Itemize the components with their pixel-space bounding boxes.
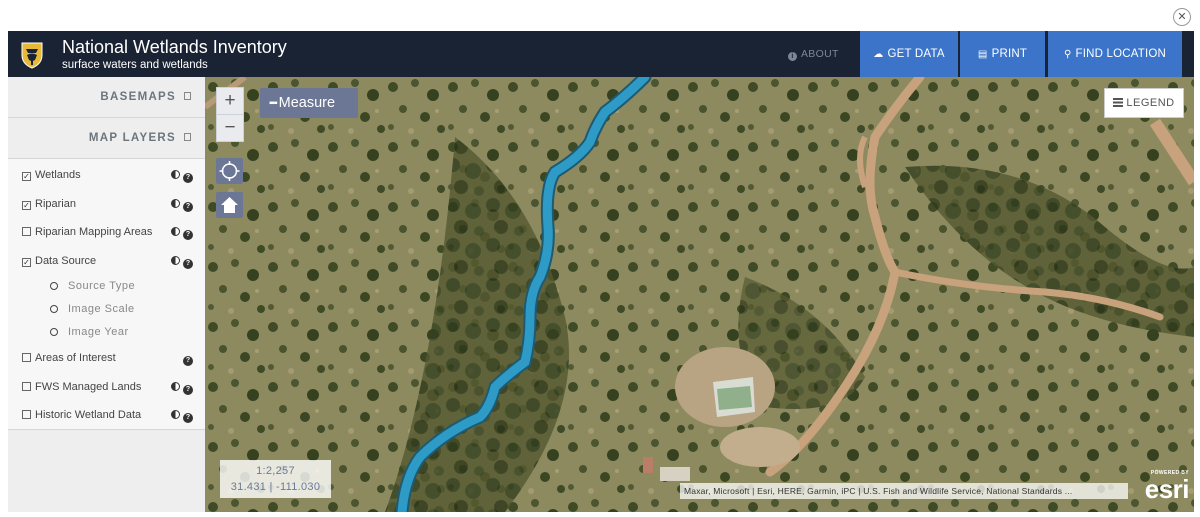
fws-shield-icon <box>21 42 43 69</box>
radio-source-type[interactable]: Source Type <box>8 275 205 298</box>
measure-button[interactable]: ▪▪▪ Measure <box>260 88 358 118</box>
app-subtitle: surface waters and wetlands <box>62 59 208 71</box>
esri-wordmark: esri <box>1144 474 1190 504</box>
about-label: ABOUT <box>801 48 839 60</box>
list-icon <box>1113 98 1124 107</box>
radio-image-scale[interactable]: Image Scale <box>8 298 205 321</box>
layer-wetlands[interactable]: ✓ Wetlands? <box>8 161 205 190</box>
sidebar: BASEMAPS MAP LAYERS ✓ Wetlands? ✓ Riparian… <box>8 77 205 512</box>
find-location-button[interactable]: ⚲ FIND LOCATION <box>1048 31 1182 77</box>
opacity-icon[interactable] <box>171 170 180 179</box>
layer-label: FWS Managed Lands <box>35 380 142 393</box>
layer-data-source[interactable]: ✓ Data Source? <box>8 247 205 276</box>
close-button[interactable]: ✕ <box>1173 8 1191 26</box>
help-icon[interactable]: ? <box>183 384 193 395</box>
help-icon[interactable]: ? <box>183 356 193 366</box>
header-bar: National Wetlands Inventory surface wate… <box>8 31 1194 77</box>
map-scale: 1:2,257 <box>256 465 295 477</box>
search-icon: ⚲ <box>1063 49 1072 60</box>
help-icon[interactable]: ? <box>183 413 193 423</box>
layer-riparian[interactable]: ✓ Riparian? <box>8 190 205 219</box>
cloud-download-icon: ☁ <box>873 49 884 60</box>
help-icon[interactable]: ? <box>183 201 193 212</box>
option-label: Image Year <box>68 326 129 338</box>
measure-label: Measure <box>278 95 336 111</box>
map-attribution[interactable]: Maxar, Microsoft | Esri, HERE, Garmin, i… <box>680 483 1128 499</box>
home-icon <box>221 197 238 213</box>
print-button[interactable]: ▤ PRINT <box>960 31 1045 77</box>
layer-riparian-mapping-areas[interactable]: Riparian Mapping Areas? <box>8 218 205 247</box>
map-layers-label: MAP LAYERS <box>88 132 176 144</box>
get-data-label: GET DATA <box>887 48 945 60</box>
layer-label: Data Source <box>35 254 97 267</box>
checkbox[interactable] <box>22 227 31 236</box>
get-data-button[interactable]: ☁ GET DATA <box>860 31 958 77</box>
layer-label: Wetlands <box>35 169 81 181</box>
satellite-imagery <box>205 77 1194 512</box>
legend-label: LEGEND <box>1126 97 1175 109</box>
printer-icon: ▤ <box>977 49 988 60</box>
basemaps-label: BASEMAPS <box>100 91 176 103</box>
opacity-icon[interactable] <box>171 198 180 208</box>
checkbox[interactable]: ✓ <box>22 200 31 210</box>
checkbox[interactable]: ✓ <box>22 257 31 267</box>
help-icon[interactable]: ? <box>183 258 193 269</box>
scale-readout: 1:2,257 31.431 | -111.030 <box>220 460 331 498</box>
ruler-icon: ▪▪▪ <box>269 98 278 109</box>
layer-areas-of-interest[interactable]: Areas of Interest? <box>8 344 205 373</box>
zoom-control: + − <box>216 87 244 142</box>
header-right-edge <box>1182 31 1194 77</box>
print-label: PRINT <box>991 48 1028 60</box>
app-title: National Wetlands Inventory <box>62 37 287 57</box>
checkbox[interactable]: ✓ <box>22 172 31 181</box>
legend-button[interactable]: LEGEND <box>1104 88 1184 118</box>
page: ✕ National Wetlands Inventory surface wa… <box>0 0 1200 517</box>
layer-list: ✓ Wetlands? ✓ Riparian? Riparian Mapping A… <box>8 159 205 430</box>
option-label: Source Type <box>68 280 136 292</box>
layer-label: Riparian Mapping Areas <box>35 226 153 238</box>
zoom-in-button[interactable]: + <box>217 88 243 115</box>
map-layers-toggle[interactable]: MAP LAYERS <box>8 118 205 159</box>
radio-button[interactable] <box>50 305 58 313</box>
radio-button[interactable] <box>50 282 58 290</box>
basemaps-toggle[interactable]: BASEMAPS <box>8 77 205 118</box>
esri-logo: POWERED BY esri <box>1129 470 1190 506</box>
opacity-icon[interactable] <box>171 255 180 265</box>
opacity-icon[interactable] <box>171 410 180 419</box>
checkbox[interactable] <box>22 353 31 362</box>
opacity-icon[interactable] <box>171 381 180 391</box>
radio-button[interactable] <box>50 328 58 336</box>
help-icon[interactable]: ? <box>183 230 193 240</box>
layer-fws-managed-lands[interactable]: FWS Managed Lands? <box>8 373 205 402</box>
option-label: Image Scale <box>68 303 135 315</box>
find-location-label: FIND LOCATION <box>1075 48 1167 60</box>
checkbox[interactable] <box>22 410 31 419</box>
expand-icon <box>184 133 191 141</box>
layer-label: Areas of Interest <box>35 352 116 364</box>
nwi-app: National Wetlands Inventory surface wate… <box>8 31 1194 512</box>
layer-historic-wetland-data[interactable]: Historic Wetland Data? <box>8 401 205 430</box>
locate-button[interactable] <box>216 158 243 184</box>
layer-label: Riparian <box>35 197 76 210</box>
crosshair-icon <box>219 161 240 181</box>
zoom-out-button[interactable]: − <box>217 115 243 142</box>
map-view[interactable]: + − ▪▪▪ Measure LEGEND 1:2,257 31.431 | -… <box>205 77 1194 512</box>
opacity-icon[interactable] <box>171 227 180 236</box>
checkbox[interactable] <box>22 381 31 391</box>
radio-image-year[interactable]: Image Year <box>8 321 205 344</box>
about-link[interactable]: i ABOUT <box>788 31 839 77</box>
help-icon[interactable]: ? <box>183 173 193 183</box>
info-icon: i <box>788 52 797 61</box>
expand-icon <box>184 92 191 100</box>
home-button[interactable] <box>216 192 243 218</box>
map-coordinates: 31.431 | -111.030 <box>230 481 321 493</box>
layer-label: Historic Wetland Data <box>35 409 142 421</box>
